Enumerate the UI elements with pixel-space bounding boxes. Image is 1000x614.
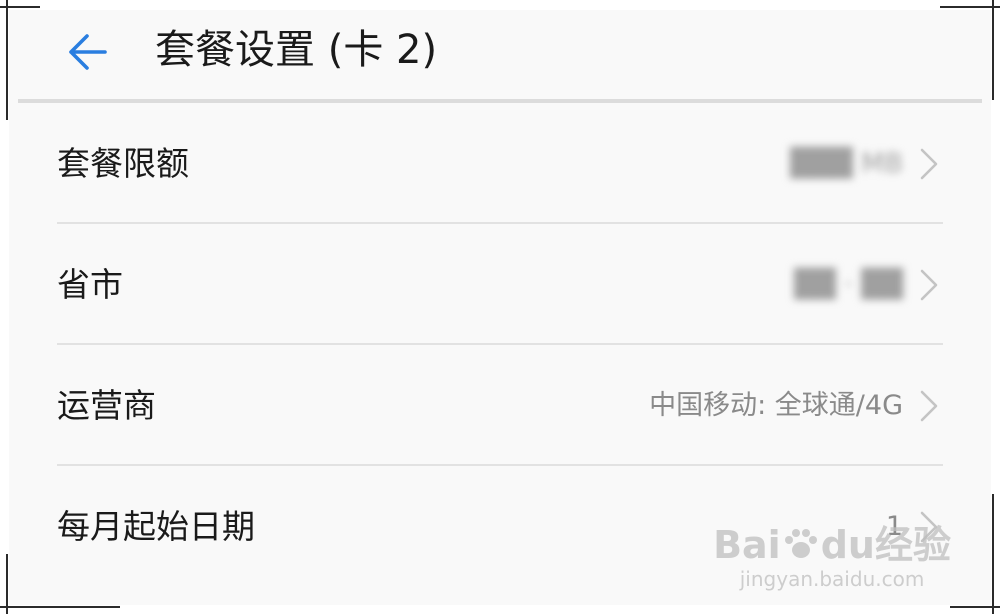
setting-value: 1 bbox=[885, 511, 903, 542]
app-screen: 套餐设置 (卡 2) 套餐限额 ███ MB 省市 ██ · ██ 运营商 中国… bbox=[9, 10, 991, 605]
setting-row-monthly-start-date[interactable]: 每月起始日期 1 bbox=[9, 466, 991, 587]
arrow-left-icon bbox=[69, 34, 107, 70]
setting-row-plan-limit[interactable]: 套餐限额 ███ MB bbox=[9, 103, 991, 224]
setting-value: ███ MB bbox=[790, 148, 903, 179]
back-button[interactable] bbox=[59, 24, 115, 80]
chevron-right-icon bbox=[920, 390, 938, 422]
setting-label: 省市 bbox=[57, 265, 123, 304]
chevron-right-icon bbox=[920, 511, 938, 543]
frame-corner bbox=[992, 494, 994, 614]
setting-value: ██ · ██ bbox=[794, 269, 903, 300]
chevron-right-icon bbox=[920, 269, 938, 301]
page-title: 套餐设置 (卡 2) bbox=[155, 27, 438, 73]
frame-corner bbox=[940, 6, 1000, 8]
setting-row-carrier[interactable]: 运营商 中国移动: 全球通/4G bbox=[9, 345, 991, 466]
frame-corner bbox=[0, 606, 120, 608]
frame-corner bbox=[6, 554, 8, 614]
frame-corner bbox=[6, 0, 8, 120]
setting-label: 运营商 bbox=[57, 386, 156, 425]
setting-value: 中国移动: 全球通/4G bbox=[649, 390, 903, 421]
app-header: 套餐设置 (卡 2) bbox=[9, 10, 991, 100]
chevron-right-icon bbox=[920, 148, 938, 180]
setting-label: 套餐限额 bbox=[57, 144, 189, 183]
setting-label: 每月起始日期 bbox=[57, 507, 255, 546]
frame-corner bbox=[992, 0, 994, 100]
setting-row-province-city[interactable]: 省市 ██ · ██ bbox=[9, 224, 991, 345]
